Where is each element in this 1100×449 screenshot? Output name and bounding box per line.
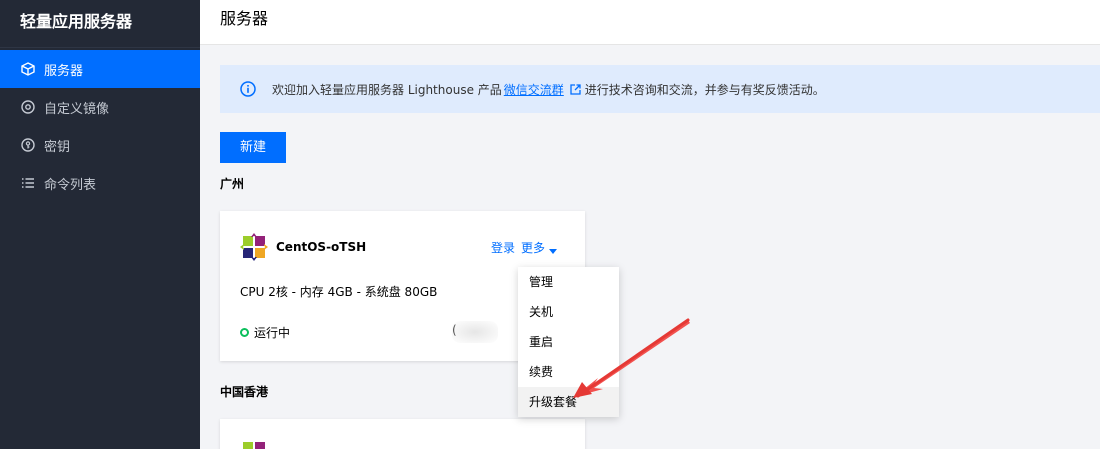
cube-icon [20,61,36,77]
external-link-icon[interactable] [570,83,581,95]
list-icon [20,175,36,191]
ip-address-redacted: ( [452,321,498,343]
server-actions: 登录 更多 [491,239,557,256]
centos-logo-icon [240,233,268,261]
sidebar-item-label: 自定义镜像 [44,101,110,117]
disc-icon [20,99,36,115]
menu-item-shutdown[interactable]: 关机 [518,297,619,327]
server-title-row [240,439,276,449]
region-label: 广州 [220,177,245,191]
main-content: 服务器 欢迎加入轻量应用服务器 Lighthouse 产品 微信交流群 进行技术… [200,0,1100,449]
status-indicator: 运行中 [240,324,290,341]
menu-item-upgrade-plan[interactable]: 升级套餐 [518,387,619,417]
running-status-icon [240,328,249,337]
sidebar-item-label: 密钥 [44,139,71,155]
menu-item-manage[interactable]: 管理 [518,267,619,297]
sidebar-nav: 服务器 自定义镜像 密钥 命令列表 [0,50,200,202]
notice-text-after: 进行技术咨询和交流，并参与有奖反馈活动。 [584,82,825,97]
sidebar-item-keys[interactable]: 密钥 [0,126,200,164]
sidebar: 轻量应用服务器 服务器 自定义镜像 密钥 命令列表 [0,0,200,449]
server-title-row: CentOS-oTSH [240,233,366,261]
notice-text-before: 欢迎加入轻量应用服务器 Lighthouse 产品 [272,82,502,97]
centos-logo-icon [240,439,268,449]
region-label: 中国香港 [220,385,269,399]
more-dropdown-trigger[interactable]: 更多 [521,239,557,256]
server-card [220,419,585,449]
more-label: 更多 [520,241,545,255]
server-spec: CPU 2核 - 内存 4GB - 系统盘 80GB [240,285,438,299]
page-title: 服务器 [200,0,1100,45]
sidebar-item-label: 命令列表 [44,177,97,193]
more-dropdown-menu: 管理 关机 重启 续费 升级套餐 [518,267,619,417]
sidebar-item-command-list[interactable]: 命令列表 [0,164,200,202]
sidebar-item-label: 服务器 [44,63,84,79]
key-icon [20,137,36,153]
login-link[interactable]: 登录 [491,239,515,256]
new-server-button[interactable]: 新建 [220,132,286,163]
server-name: CentOS-oTSH [276,240,367,254]
menu-item-renew[interactable]: 续费 [518,357,619,387]
wechat-group-link[interactable]: 微信交流群 [504,81,564,98]
status-text: 运行中 [254,326,291,340]
menu-item-restart[interactable]: 重启 [518,327,619,357]
info-notice: 欢迎加入轻量应用服务器 Lighthouse 产品 微信交流群 进行技术咨询和交… [220,65,1100,113]
info-icon [240,81,256,97]
ip-prefix: ( [452,323,457,337]
product-title: 轻量应用服务器 [0,0,200,48]
caret-down-icon [549,244,557,254]
sidebar-item-custom-images[interactable]: 自定义镜像 [0,88,200,126]
sidebar-item-servers[interactable]: 服务器 [0,50,200,88]
